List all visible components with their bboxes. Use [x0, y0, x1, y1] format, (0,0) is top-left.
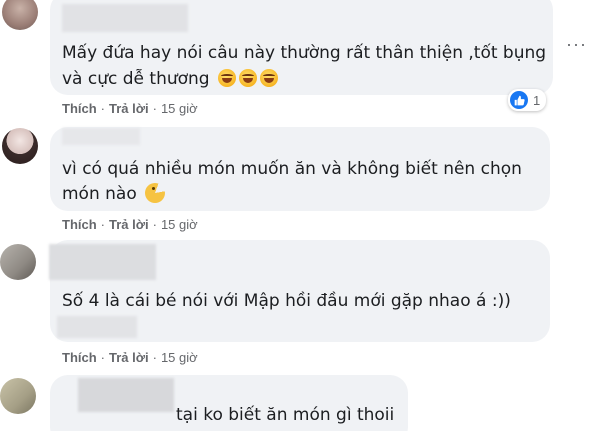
comment-4: tại ko biết ăn món gì thoii — [0, 372, 604, 431]
blurred-author-name — [62, 128, 140, 145]
like-link[interactable]: Thích — [62, 101, 97, 116]
laughing-tears-icon — [260, 69, 278, 87]
timestamp[interactable]: 15 giờ — [161, 217, 198, 232]
comment-text: món nào — [62, 181, 166, 207]
reaction-count: 1 — [533, 92, 541, 108]
timestamp[interactable]: 15 giờ — [161, 101, 198, 116]
comment-actions: Thích · Trả lời · 15 giờ — [62, 101, 198, 116]
comment-actions: Thích · Trả lời · 15 giờ — [62, 350, 198, 365]
separator: · — [100, 350, 106, 365]
comment-text: và cực dễ thương — [62, 66, 278, 92]
separator: · — [152, 350, 157, 365]
comment-text: Mấy đứa hay nói câu này thường rất thân … — [62, 43, 547, 63]
comment-actions: Thích · Trả lời · 15 giờ — [62, 217, 198, 232]
comment-text: Số 4 là cái bé nói với Mập hồi đầu mới g… — [62, 291, 511, 311]
comment-2: vì có quá nhiều món muốn ăn và không biế… — [0, 124, 604, 234]
pacman-icon — [145, 183, 166, 203]
separator: · — [100, 101, 106, 116]
blurred-tag — [57, 316, 137, 338]
like-icon — [510, 91, 528, 109]
timestamp[interactable]: 15 giờ — [161, 350, 198, 365]
reply-link[interactable]: Trả lời — [109, 350, 149, 365]
reaction-badge[interactable]: 1 — [508, 89, 547, 111]
avatar[interactable] — [0, 244, 36, 280]
blurred-author-name — [49, 244, 156, 280]
more-options-icon[interactable]: ··· — [566, 34, 587, 55]
avatar[interactable] — [0, 378, 36, 414]
comment-text: vì có quá nhiều món muốn ăn và không biế… — [62, 159, 522, 179]
comment-1: Mấy đứa hay nói câu này thường rất thân … — [0, 0, 604, 120]
laughing-tears-icon — [239, 69, 257, 87]
comment-3: Số 4 là cái bé nói với Mập hồi đầu mới g… — [0, 238, 604, 368]
like-link[interactable]: Thích — [62, 350, 97, 365]
blurred-author-name — [78, 378, 174, 412]
blurred-author-name — [62, 4, 188, 32]
laughing-tears-icon — [218, 69, 236, 87]
reply-link[interactable]: Trả lời — [109, 217, 149, 232]
like-link[interactable]: Thích — [62, 217, 97, 232]
separator: · — [152, 101, 157, 116]
avatar[interactable] — [2, 0, 38, 30]
avatar[interactable] — [2, 128, 38, 164]
separator: · — [152, 217, 157, 232]
comment-text: tại ko biết ăn món gì thoii — [176, 405, 395, 425]
separator: · — [100, 217, 106, 232]
reply-link[interactable]: Trả lời — [109, 101, 149, 116]
